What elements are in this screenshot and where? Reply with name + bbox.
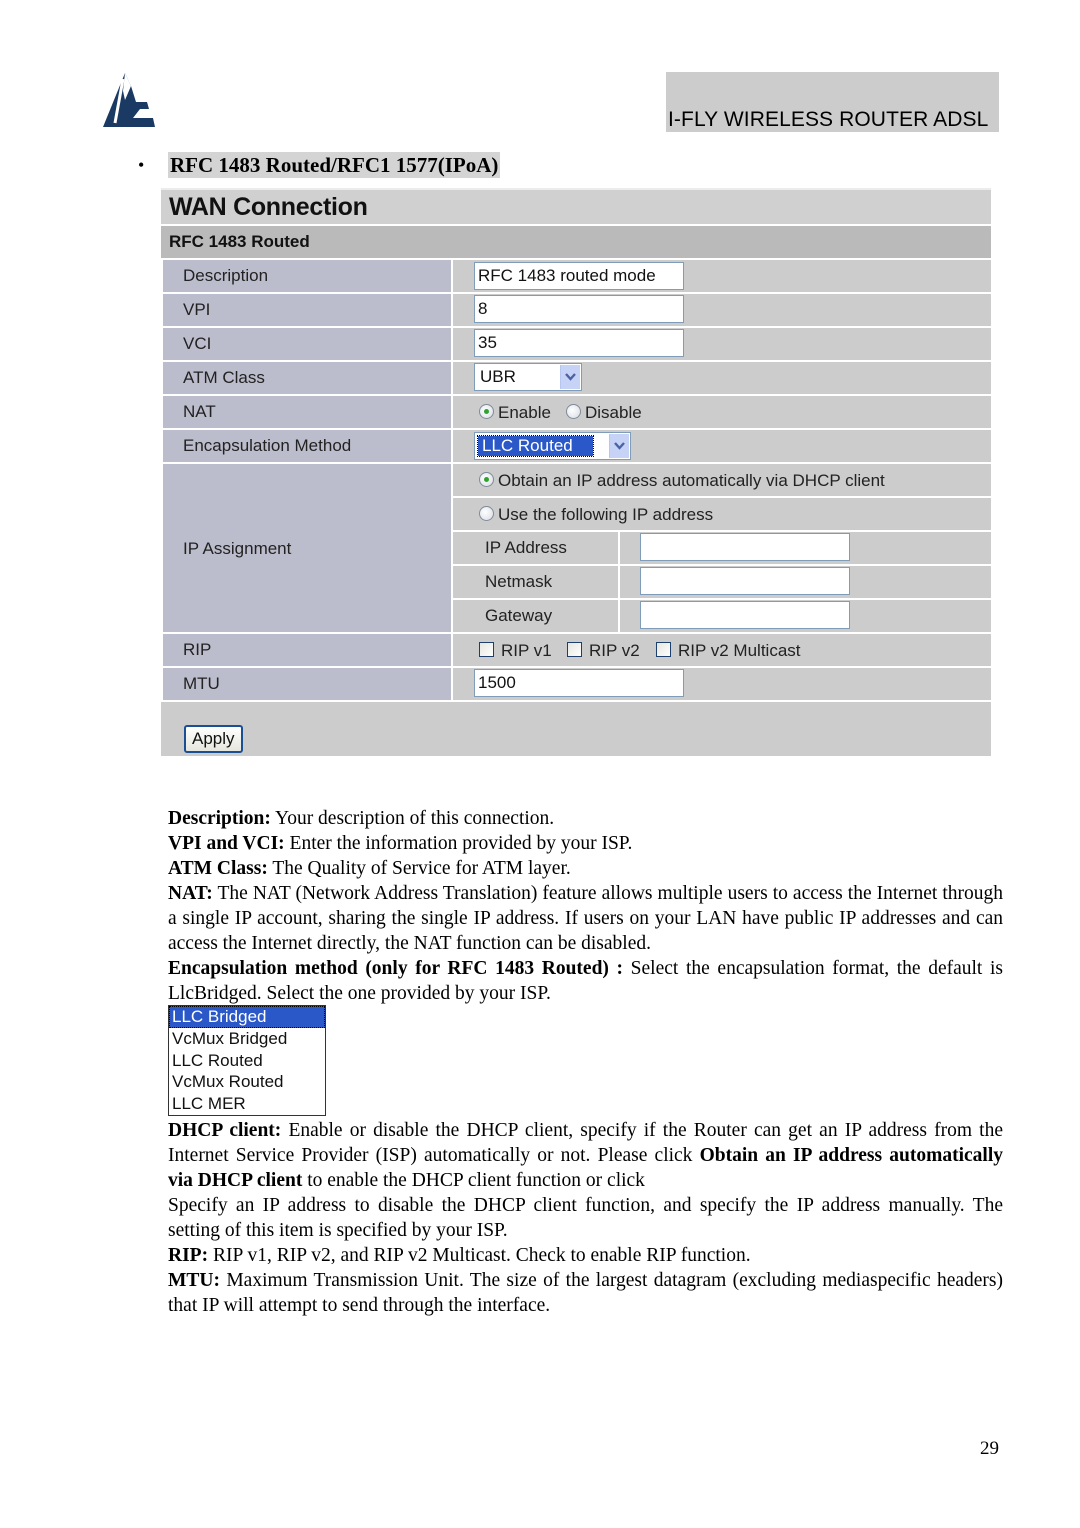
vpi-value-cell	[453, 294, 991, 326]
atm-class-label-cell: ATM Class	[163, 362, 451, 394]
encapsulation-options-listbox[interactable]: LLC Bridged VcMux Bridged LLC Routed VcM…	[168, 1005, 326, 1116]
encapsulation-value-cell: LLC Routed	[453, 430, 991, 462]
atm-class-select[interactable]: UBR	[474, 363, 582, 391]
netmask-label: Netmask	[485, 572, 553, 591]
checkbox-icon[interactable]	[479, 642, 494, 657]
mtu-input[interactable]	[474, 669, 684, 697]
nat-help: NAT: The NAT (Network Address Translatio…	[168, 883, 1003, 954]
chevron-down-icon[interactable]	[560, 365, 580, 389]
radio-selected-icon[interactable]	[479, 404, 494, 419]
dhcp-option-cell: Obtain an IP address automatically via D…	[453, 464, 991, 496]
encapsulation-help: Encapsulation method (only for RFC 1483 …	[168, 958, 1003, 1004]
listbox-option[interactable]: VcMux Routed	[169, 1071, 325, 1093]
gateway-value-cell	[620, 600, 991, 632]
listbox-option[interactable]: LLC MER	[169, 1093, 325, 1115]
atm-class-label: ATM Class	[183, 368, 265, 387]
description-input[interactable]	[474, 262, 684, 290]
form-title-bar: WAN Connection	[161, 188, 991, 224]
atm-class-value: UBR	[480, 367, 516, 386]
atm-class-value-cell: UBR	[453, 362, 991, 394]
description-label-cell: Description	[163, 260, 451, 292]
checkbox-icon[interactable]	[656, 642, 671, 657]
ip-assignment-label-cell: IP Assignment	[163, 464, 451, 632]
rip-v2-option[interactable]: RIP v2	[567, 641, 640, 661]
product-title: I-FLY WIRELESS ROUTER ADSL	[668, 108, 989, 131]
form-title: WAN Connection	[169, 193, 368, 221]
encapsulation-value: LLC Routed	[477, 435, 594, 457]
description-help: Description: Your description of this co…	[168, 808, 555, 829]
page-number: 29	[980, 1438, 999, 1459]
gateway-input[interactable]	[640, 601, 850, 629]
nat-label-cell: NAT	[163, 396, 451, 428]
nat-disable-option[interactable]: Disable	[566, 403, 642, 423]
rip-label: RIP	[183, 640, 212, 659]
ip-address-label: IP Address	[485, 538, 567, 557]
form-subtitle: RFC 1483 Routed	[169, 232, 310, 251]
rip-v2-multicast-option[interactable]: RIP v2 Multicast	[656, 641, 801, 661]
nat-enable-option[interactable]: Enable	[479, 403, 551, 423]
wan-connection-form: WAN Connection RFC 1483 Routed Descripti…	[161, 188, 991, 756]
atm-class-help: ATM Class: The Quality of Service for AT…	[168, 858, 571, 879]
radio-unselected-icon[interactable]	[479, 506, 494, 521]
vci-value-cell	[453, 328, 991, 360]
apply-button[interactable]: Apply	[184, 725, 243, 753]
encapsulation-label: Encapsulation Method	[183, 436, 352, 455]
specify-ip-help: Specify an IP address to disable the DHC…	[168, 1195, 1003, 1241]
static-ip-option[interactable]: Use the following IP address	[479, 505, 713, 525]
listbox-option[interactable]: VcMux Bridged	[169, 1028, 325, 1050]
vpi-input[interactable]	[474, 295, 684, 323]
vci-label-cell: VCI	[163, 328, 451, 360]
vci-label: VCI	[183, 334, 212, 353]
vpi-label: VPI	[183, 300, 211, 319]
dhcp-help: DHCP client: Enable or disable the DHCP …	[168, 1120, 1003, 1191]
atlantis-logo-icon	[103, 73, 155, 127]
section-title: RFC 1483 Routed/RFC1 1577(IPoA)	[168, 152, 501, 178]
rip-v1-option[interactable]: RIP v1	[479, 641, 552, 661]
listbox-option[interactable]: LLC Routed	[169, 1050, 325, 1072]
checkbox-icon[interactable]	[567, 642, 582, 657]
vpi-vci-help: VPI and VCI: Enter the information provi…	[168, 833, 633, 854]
netmask-input[interactable]	[640, 567, 850, 595]
nat-label: NAT	[183, 402, 216, 421]
form-subtitle-bar: RFC 1483 Routed	[161, 226, 991, 258]
ip-address-value-cell	[620, 532, 991, 564]
radio-unselected-icon[interactable]	[566, 404, 581, 419]
field-descriptions-continued: DHCP client: Enable or disable the DHCP …	[168, 1118, 1003, 1318]
chevron-down-icon[interactable]	[609, 434, 629, 458]
netmask-label-cell: Netmask	[453, 566, 618, 598]
rip-help: RIP: RIP v1, RIP v2, and RIP v2 Multicas…	[168, 1245, 751, 1266]
mtu-help: MTU: Maximum Transmission Unit. The size…	[168, 1270, 1003, 1316]
netmask-value-cell	[620, 566, 991, 598]
vpi-label-cell: VPI	[163, 294, 451, 326]
description-label: Description	[183, 266, 269, 285]
ip-address-label-cell: IP Address	[453, 532, 618, 564]
listbox-option[interactable]: LLC Bridged	[169, 1006, 325, 1028]
ip-address-input[interactable]	[640, 533, 850, 561]
apply-area: Apply	[161, 702, 991, 756]
mtu-label: MTU	[183, 674, 220, 693]
dhcp-option[interactable]: Obtain an IP address automatically via D…	[479, 471, 885, 491]
ip-assignment-label: IP Assignment	[183, 539, 292, 558]
vci-input[interactable]	[474, 329, 684, 357]
rip-label-cell: RIP	[163, 634, 451, 666]
field-descriptions: Description: Your description of this co…	[168, 806, 1003, 1006]
encapsulation-select[interactable]: LLC Routed	[474, 432, 631, 460]
encapsulation-label-cell: Encapsulation Method	[163, 430, 451, 462]
bullet: •	[138, 154, 145, 175]
mtu-label-cell: MTU	[163, 668, 451, 700]
gateway-label-cell: Gateway	[453, 600, 618, 632]
gateway-label: Gateway	[485, 606, 553, 625]
rip-value-cell: RIP v1 RIP v2 RIP v2 Multicast	[453, 634, 991, 666]
description-value-cell	[453, 260, 991, 292]
section-heading: • RFC 1483 Routed/RFC1 1577(IPoA)	[138, 151, 501, 179]
static-ip-option-cell: Use the following IP address	[453, 498, 991, 530]
radio-selected-icon[interactable]	[479, 472, 494, 487]
mtu-value-cell	[453, 668, 991, 700]
nat-value-cell: Enable Disable	[453, 396, 991, 428]
